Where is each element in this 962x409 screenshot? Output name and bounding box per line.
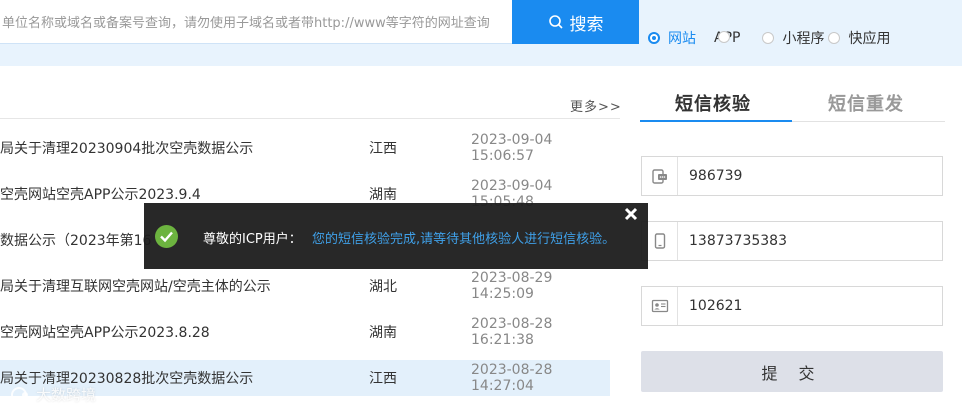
toast-message: 您的短信核验完成,请等待其他核验人进行短信核验。: [312, 232, 616, 247]
sms-code-input[interactable]: [678, 167, 931, 185]
row-province: 湖南: [369, 187, 397, 203]
id-code-input[interactable]: [678, 297, 931, 315]
toast-label: 尊敬的ICP用户：: [203, 232, 302, 247]
toast-notification: 尊敬的ICP用户： 您的短信核验完成,请等待其他核验人进行短信核验。: [144, 203, 648, 269]
row-province: 湖南: [369, 325, 397, 341]
row-date: 2023-09-04 15:06:57: [471, 132, 553, 164]
radio-dot: [648, 32, 660, 44]
check-icon: [155, 225, 178, 248]
search-bar: 单位名称或域名或备案号查询，请勿使用子域名或者带http://www等字符的网址…: [0, 0, 962, 66]
row-title: 局关于清理互联网空壳网站/空壳主体的公示: [0, 279, 271, 295]
sms-code-field[interactable]: [641, 156, 943, 196]
tab-sms-resend[interactable]: 短信重发: [828, 90, 904, 116]
more-link[interactable]: 更多>>: [570, 96, 622, 115]
tab-sms-verify[interactable]: 短信核验: [675, 90, 751, 116]
radio-miniprogram[interactable]: 小程序: [762, 28, 824, 48]
radio-label: 小程序: [782, 31, 825, 47]
tab-active-indicator: [640, 120, 792, 122]
search-button[interactable]: 搜索: [512, 0, 639, 44]
phone-field[interactable]: [641, 221, 943, 261]
table-row[interactable]: 空壳网站空壳APP公示2023.8.28 湖南 2023-08-28 16:21…: [0, 314, 610, 350]
row-date: 2023-08-28 16:21:38: [471, 316, 553, 348]
submit-button[interactable]: 提 交: [641, 351, 943, 392]
row-province: 江西: [369, 141, 397, 157]
search-icon: [548, 15, 563, 29]
row-title: 空壳网站空壳APP公示2023.8.28: [0, 325, 210, 341]
search-input[interactable]: 单位名称或域名或备案号查询，请勿使用子域名或者带http://www等字符的网址…: [0, 0, 512, 44]
search-placeholder: 单位名称或域名或备案号查询，请勿使用子域名或者带http://www等字符的网址…: [2, 16, 490, 31]
row-province: 湖北: [369, 279, 397, 295]
table-row[interactable]: 局关于清理20230904批次空壳数据公示 江西 2023-09-04 15:0…: [0, 130, 610, 166]
search-type-group: 网站 APP 小程序 快应用: [648, 28, 900, 48]
row-province: 江西: [369, 371, 397, 387]
watermark-logo: [11, 386, 28, 403]
id-code-field[interactable]: [641, 286, 943, 326]
radio-dot: [762, 32, 775, 44]
row-title: 数据公示（2023年第16: [0, 233, 152, 249]
radio-app-dot: [718, 31, 730, 43]
radio-quickapp[interactable]: 快应用: [828, 28, 890, 48]
close-icon[interactable]: [623, 206, 639, 222]
row-title: 局关于清理20230904批次空壳数据公示: [0, 141, 254, 157]
id-card-icon: [642, 287, 678, 325]
row-title: 空壳网站空壳APP公示2023.9.4: [0, 187, 201, 203]
search-button-label: 搜索: [569, 14, 604, 35]
watermark: 大数跨境: [10, 384, 96, 405]
phone-input[interactable]: [678, 232, 931, 250]
radio-label: 快应用: [848, 31, 891, 47]
radio-website[interactable]: 网站: [648, 28, 696, 48]
list-divider: [0, 118, 620, 119]
row-date: 2023-08-29 14:25:09: [471, 270, 553, 302]
sms-icon: [642, 157, 678, 195]
radio-label: 网站: [668, 31, 696, 47]
table-row[interactable]: 局关于清理互联网空壳网站/空壳主体的公示 湖北 2023-08-29 14:25…: [0, 268, 610, 304]
radio-dot: [828, 32, 841, 44]
row-date: 2023-08-28 14:27:04: [471, 362, 553, 394]
watermark-text: 大数跨境: [36, 386, 97, 404]
